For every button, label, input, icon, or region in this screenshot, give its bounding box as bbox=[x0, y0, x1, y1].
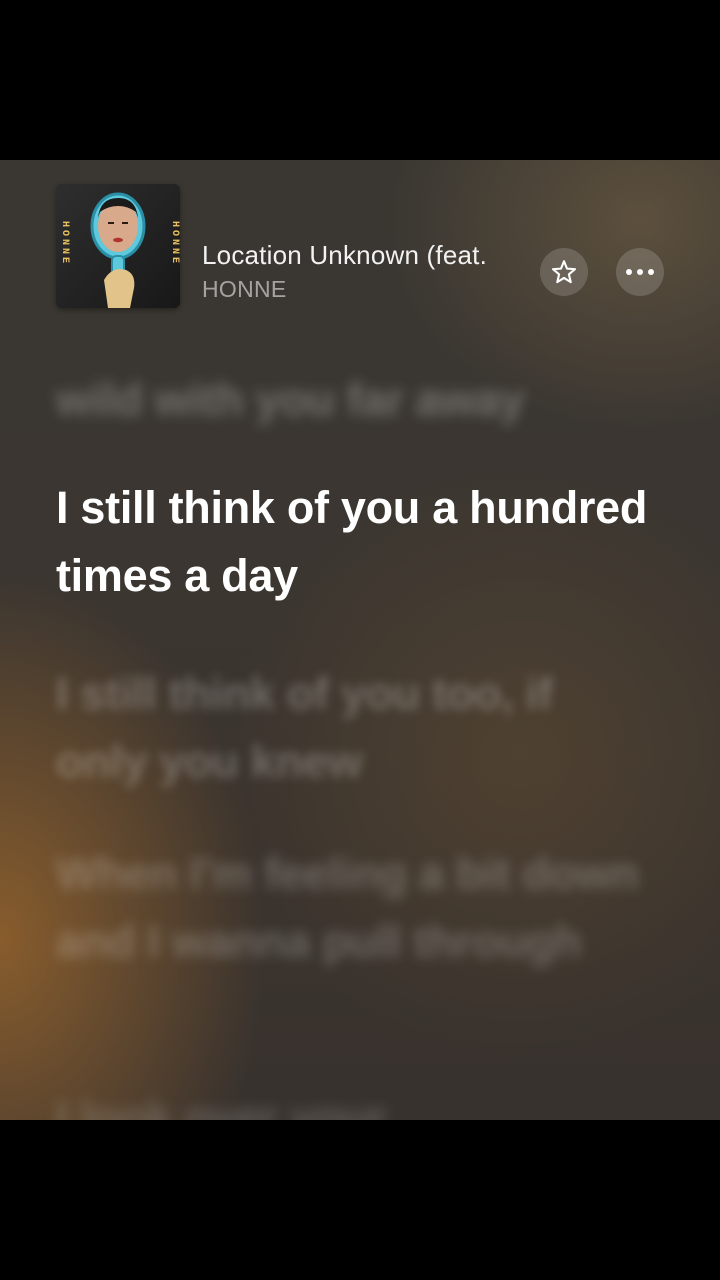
lyric-line-next[interactable]: I look over your bbox=[56, 1084, 656, 1120]
album-art-label-left: HONNE bbox=[59, 220, 71, 267]
lyrics-screen: HONNE HONNE Location Unknown (feat. HONN… bbox=[0, 160, 720, 1120]
lyric-line-next[interactable]: I still think of you too, if only you kn… bbox=[56, 660, 656, 796]
now-playing-header: HONNE HONNE Location Unknown (feat. HONN… bbox=[56, 184, 676, 308]
track-artist[interactable]: HONNE bbox=[202, 276, 287, 303]
ellipsis-icon bbox=[626, 269, 654, 275]
track-title[interactable]: Location Unknown (feat. bbox=[202, 240, 532, 271]
album-art[interactable]: HONNE HONNE bbox=[56, 184, 180, 308]
star-outline-icon bbox=[551, 260, 577, 284]
more-options-button[interactable] bbox=[616, 248, 664, 296]
lyric-line-current[interactable]: I still think of you a hundred times a d… bbox=[56, 474, 656, 610]
album-art-image bbox=[56, 184, 180, 308]
lyric-line-next[interactable]: When I'm feeling a bit down and I wanna … bbox=[56, 840, 656, 976]
album-art-label-right: HONNE bbox=[169, 220, 180, 267]
lyric-line-previous[interactable]: wild with you far away bbox=[56, 366, 525, 434]
favorite-button[interactable] bbox=[540, 248, 588, 296]
